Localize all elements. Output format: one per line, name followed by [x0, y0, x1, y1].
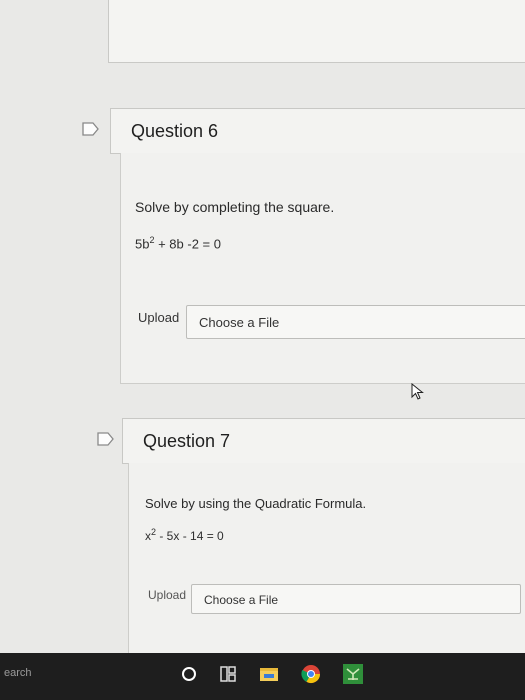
question-7-prompt: Solve by using the Quadratic Formula. — [145, 496, 367, 511]
question-6-upload-label: Upload — [138, 310, 180, 325]
taskbar-search-label[interactable]: earch — [4, 667, 32, 679]
question-6-choose-file-button[interactable]: Choose a File — [186, 305, 525, 339]
bookmark-flag-icon[interactable] — [82, 122, 100, 136]
windows-taskbar: earch — [0, 653, 525, 700]
question-6-prompt: Solve by completing the square. — [135, 199, 335, 215]
question-7-header: Question 7 — [122, 418, 525, 464]
question-6-equation: 5b2 + 8b -2 = 0 — [135, 235, 221, 252]
file-explorer-icon[interactable] — [258, 663, 280, 685]
previous-question-card — [108, 0, 525, 63]
cortana-icon[interactable] — [178, 663, 200, 685]
question-7-equation: x2 - 5x - 14 = 0 — [145, 527, 224, 543]
question-7-body — [128, 463, 525, 654]
question-7-upload-label: Upload — [148, 588, 187, 602]
chrome-icon[interactable] — [300, 663, 322, 685]
question-6-body — [120, 153, 525, 384]
task-view-icon[interactable] — [217, 663, 239, 685]
app-icon[interactable] — [342, 663, 364, 685]
mouse-cursor-icon — [411, 383, 424, 400]
question-6-header: Question 6 — [110, 108, 525, 154]
question-6-title: Question 6 — [131, 121, 219, 141]
bookmark-flag-icon[interactable] — [97, 432, 115, 446]
question-7-choose-file-button[interactable]: Choose a File — [191, 584, 521, 614]
question-7-title: Question 7 — [143, 431, 231, 451]
